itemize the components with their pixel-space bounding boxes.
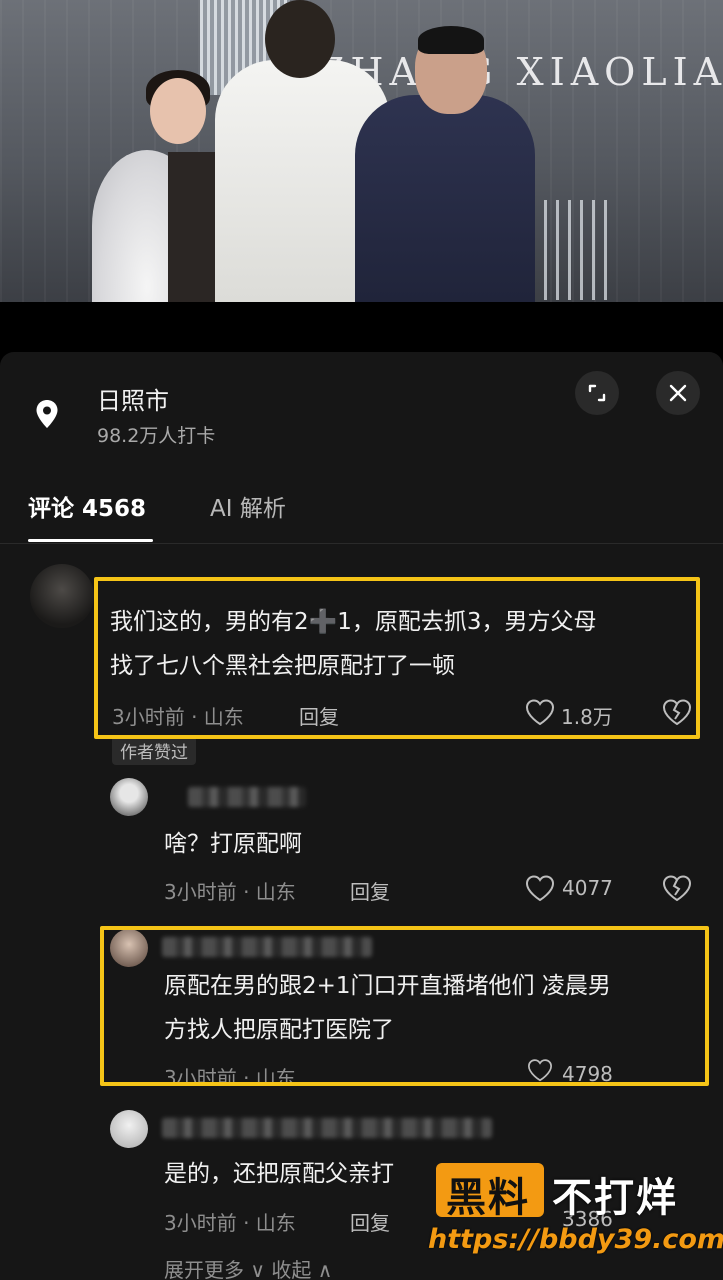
highlight-box	[100, 926, 709, 1086]
location-checkins: 98.2万人打卡	[97, 425, 216, 447]
close-button[interactable]	[656, 371, 700, 415]
author-liked-badge: 作者赞过	[112, 736, 196, 765]
close-icon	[669, 384, 687, 402]
broken-heart-icon[interactable]	[662, 874, 692, 902]
expand-icon	[588, 384, 606, 402]
video-letterbox	[0, 302, 723, 352]
tab-comments[interactable]: 评论 4568	[28, 489, 146, 523]
video-frame[interactable]: ZHANG XIAOLIANG SO	[0, 0, 723, 302]
man-in-suit-figure	[355, 95, 535, 302]
watermark-text-white: 不打烊	[552, 1175, 678, 1221]
groom-head	[265, 0, 335, 78]
highlight-box	[94, 577, 700, 739]
avatar[interactable]	[30, 564, 94, 628]
reply-button[interactable]: 回复	[350, 876, 390, 905]
comment-meta: 3小时前 · 山东	[164, 880, 296, 904]
watermark-text-black: 黑料	[446, 1175, 530, 1221]
man-hair	[418, 26, 484, 54]
location-pin-icon	[36, 400, 58, 428]
blurred-username	[162, 1118, 492, 1138]
tab-divider	[0, 543, 723, 544]
blurred-username	[188, 787, 306, 807]
active-tab-indicator	[28, 539, 153, 542]
avatar[interactable]	[110, 778, 148, 816]
bride-head	[150, 78, 206, 144]
expand-button[interactable]	[575, 371, 619, 415]
comment-text: 是的，还把原配父亲打	[164, 1161, 394, 1187]
expand-more-replies[interactable]: 展开更多 ∨ 收起 ∧	[164, 1254, 332, 1280]
comment-text: 啥？打原配啊	[164, 831, 302, 857]
avatar[interactable]	[110, 1110, 148, 1148]
tab-ai-analysis[interactable]: AI 解析	[210, 489, 286, 523]
reply-button[interactable]: 回复	[350, 1207, 390, 1236]
comment-meta: 3小时前 · 山东	[164, 1211, 296, 1235]
like-count: 4077	[562, 876, 613, 900]
location-title[interactable]: 日照市	[97, 381, 169, 416]
watermark-url: https://bbdy39.com	[428, 1224, 723, 1255]
heart-icon[interactable]	[525, 874, 555, 902]
